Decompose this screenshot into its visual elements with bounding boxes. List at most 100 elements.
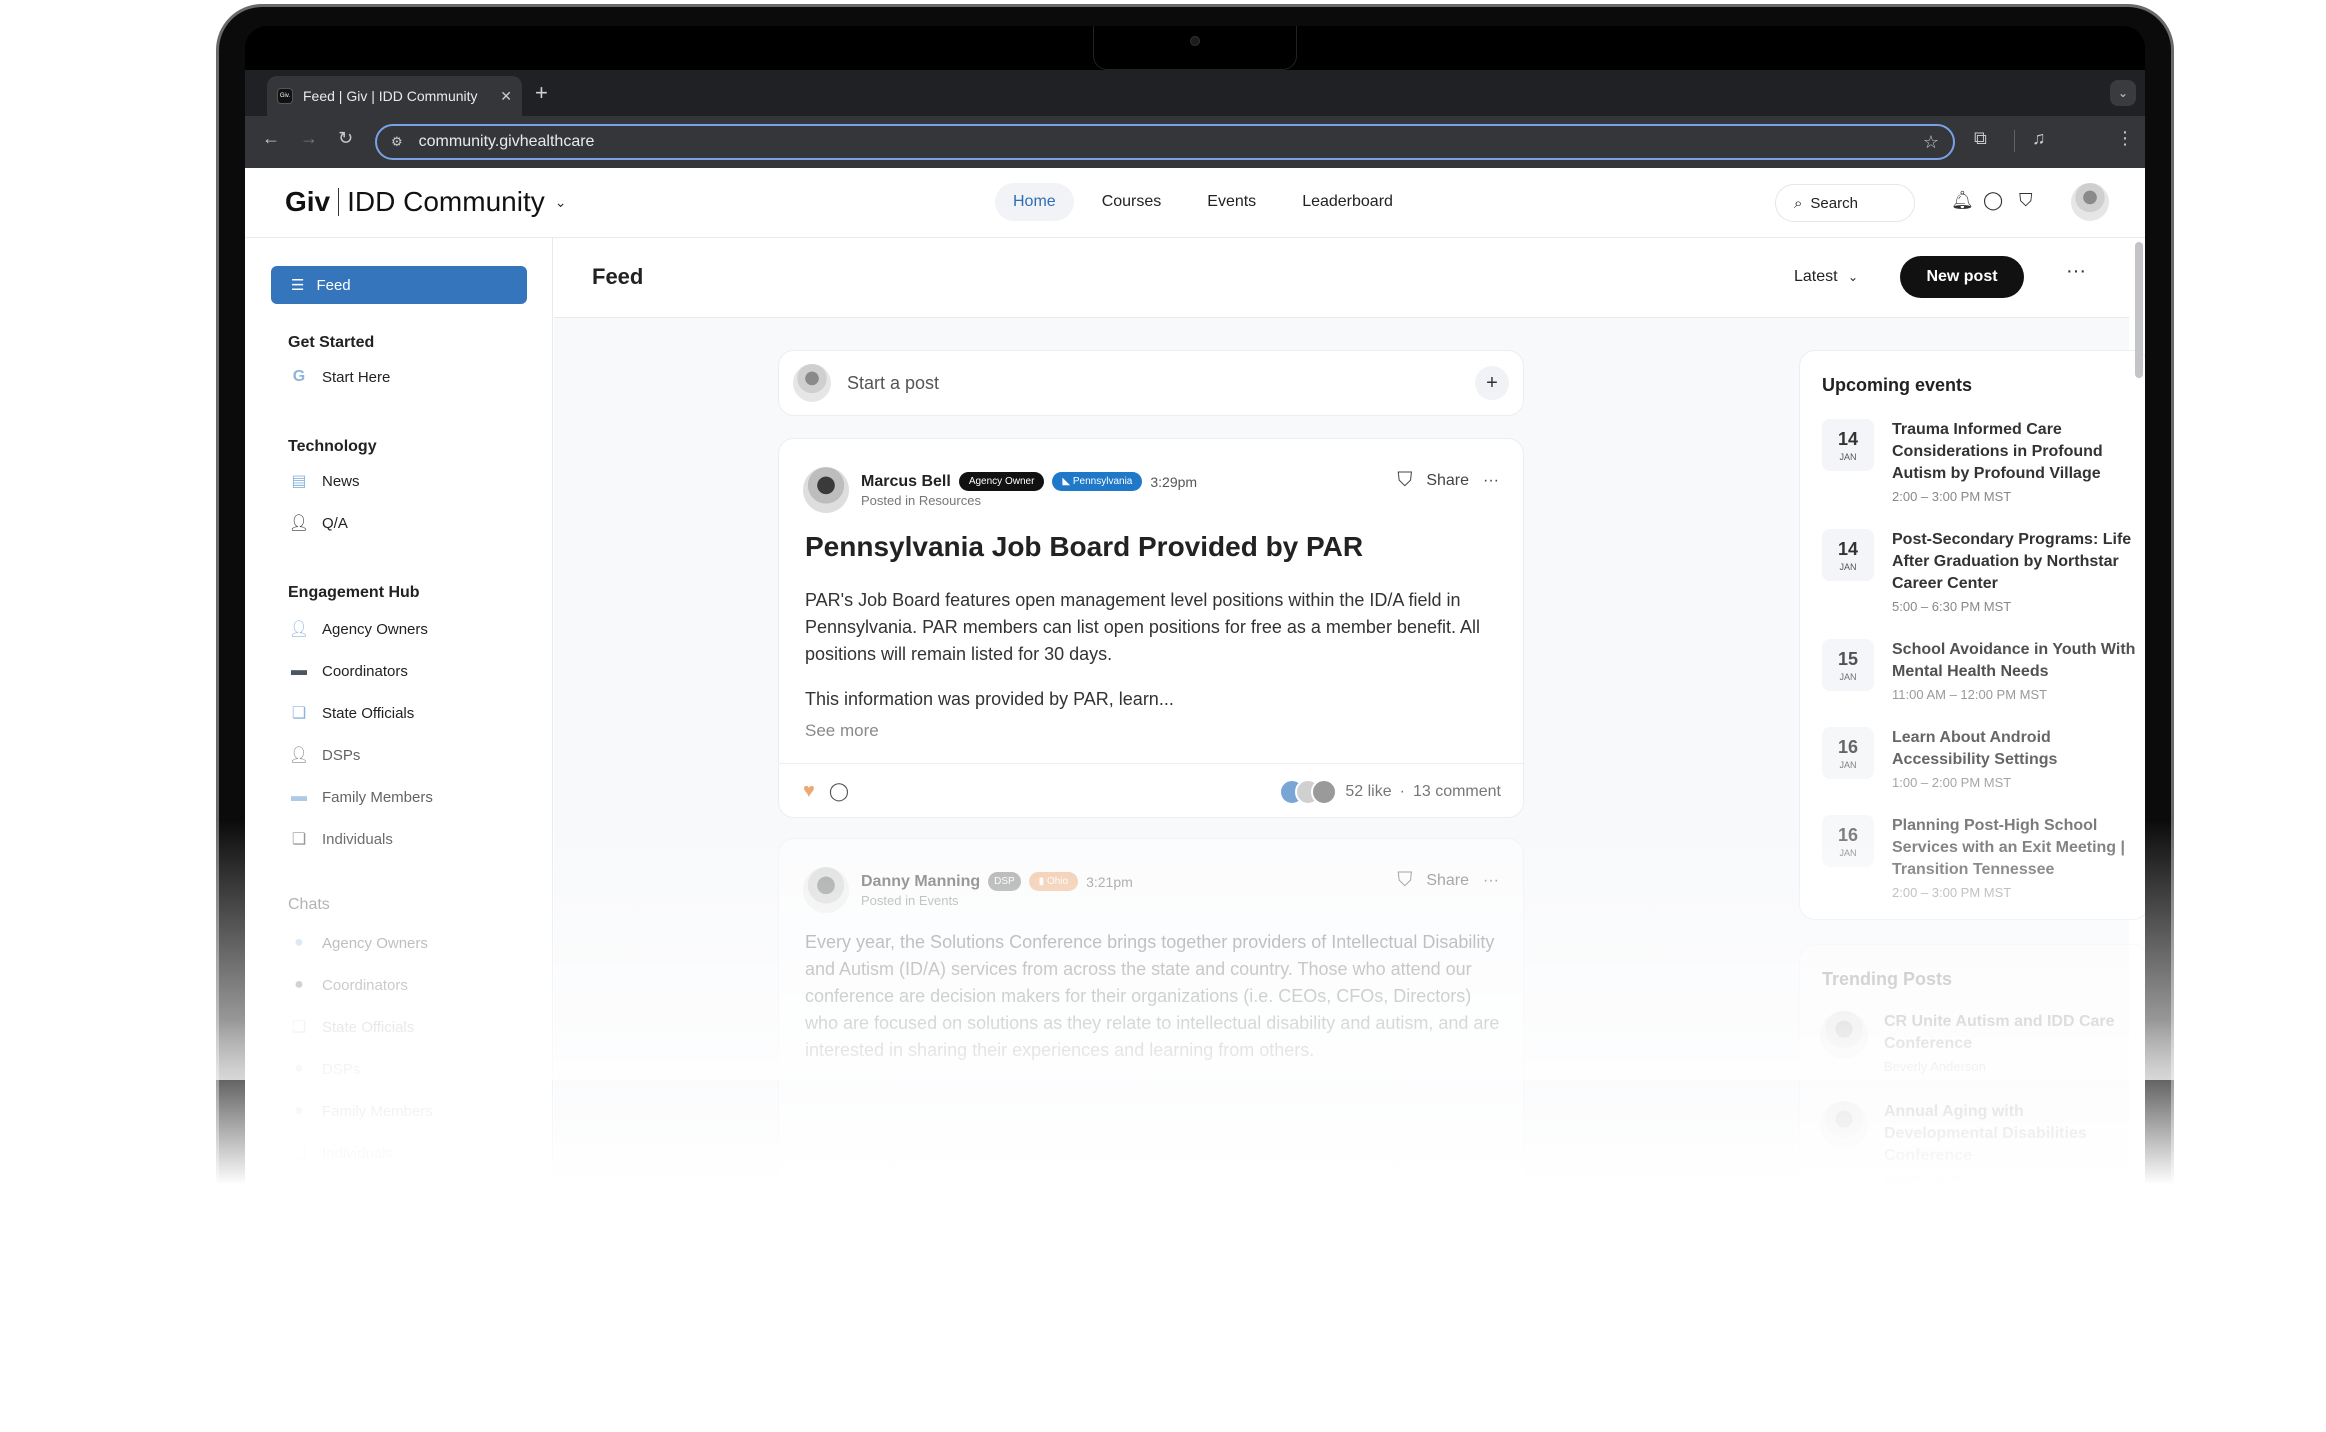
sidebar-item-state-officials[interactable]: ❏ State Officials bbox=[290, 704, 414, 723]
post-time: 3:29pm bbox=[1150, 473, 1198, 490]
sidebar-item-label: Feed bbox=[316, 276, 351, 294]
sidebar-item-agency-owners[interactable]: 👤︎ Agency Owners bbox=[289, 620, 428, 639]
notifications-bell-icon[interactable]: 🔔︎ bbox=[1951, 190, 1974, 211]
nav-home[interactable]: Home bbox=[995, 183, 1074, 221]
event-date: 14 JAN bbox=[1822, 529, 1874, 581]
post-title[interactable]: Pennsylvania Job Board Provided by PAR bbox=[805, 531, 1363, 563]
back-arrow-icon[interactable]: ← bbox=[262, 128, 280, 149]
see-more-link[interactable]: See more bbox=[805, 721, 879, 741]
chat-bubble-icon: ● bbox=[294, 976, 304, 993]
section-title-engagement-hub: Engagement Hub bbox=[288, 584, 420, 601]
section-title-chats: Chats bbox=[288, 896, 330, 913]
event-item[interactable]: 14 JAN Trauma Informed Care Consideration… bbox=[1822, 419, 2142, 504]
event-item[interactable]: 14 JAN Post-Secondary Programs: Life Afte… bbox=[1822, 529, 2142, 614]
user-avatar bbox=[793, 364, 831, 402]
liker-avatar bbox=[1311, 778, 1338, 805]
event-day: 16 bbox=[1837, 824, 1859, 845]
bookmark-star-icon[interactable]: ☆ bbox=[1923, 132, 1939, 153]
sidebar-item-news[interactable]: ▤ News bbox=[290, 472, 359, 491]
share-button[interactable]: Share bbox=[1426, 872, 1469, 890]
event-time: 2:00 – 3:00 PM MST bbox=[1892, 489, 2012, 504]
chat-bubble-icon: ● bbox=[294, 934, 304, 951]
add-post-plus-icon[interactable]: + bbox=[1475, 366, 1509, 400]
post-composer[interactable]: Start a post + bbox=[778, 350, 1524, 416]
event-month: JAN bbox=[1839, 759, 1857, 770]
post-card: Marcus Bell Agency Owner ◣ Pennsylvania … bbox=[778, 438, 1525, 818]
sort-label: Latest bbox=[1794, 268, 1838, 285]
section-title-get-started: Get Started bbox=[288, 334, 375, 351]
posted-in[interactable]: Posted in Events bbox=[861, 893, 1133, 908]
camera-icon bbox=[1190, 36, 1200, 46]
event-time: 2:00 – 3:00 PM MST bbox=[1892, 885, 2012, 900]
browser-tab-strip bbox=[245, 70, 2145, 116]
messages-chat-icon[interactable]: ◯ bbox=[1983, 190, 2003, 211]
sidebar-item-individuals[interactable]: ❏ Individuals bbox=[290, 830, 393, 849]
post-more-icon[interactable]: ··· bbox=[1483, 872, 1499, 890]
media-control-icon[interactable]: ♫ bbox=[2032, 128, 2046, 149]
author-name[interactable]: Danny Manning bbox=[861, 873, 980, 891]
event-item[interactable]: 16 JAN Learn About Android Accessibility … bbox=[1822, 727, 2142, 790]
share-button[interactable]: Share bbox=[1426, 472, 1469, 490]
event-item[interactable]: 16 JAN Planning Post-High School Services… bbox=[1822, 815, 2142, 900]
sidebar-item-qa[interactable]: 👤︎ Q/A bbox=[289, 514, 348, 533]
page-scrollbar[interactable] bbox=[2135, 242, 2143, 378]
event-title: Learn About Android Accessibility Settin… bbox=[1892, 729, 2058, 768]
author-name[interactable]: Marcus Bell bbox=[861, 473, 951, 491]
posted-in[interactable]: Posted in Resources bbox=[861, 493, 1197, 508]
search-button[interactable]: ⌕ Search bbox=[1775, 184, 1915, 222]
event-date: 15 JAN bbox=[1822, 639, 1874, 691]
sidebar-item-feed[interactable]: ☰ Feed bbox=[271, 266, 527, 304]
search-label: Search bbox=[1810, 194, 1858, 212]
user-avatar[interactable] bbox=[2071, 183, 2109, 221]
post-paragraph: This information was provided by PAR, le… bbox=[805, 689, 1174, 709]
close-tab-icon[interactable]: ✕ bbox=[500, 88, 512, 105]
nav-events[interactable]: Events bbox=[1189, 183, 1274, 221]
liker-avatars bbox=[1279, 778, 1338, 805]
chat-item-agency-owners[interactable]: ● Agency Owners bbox=[290, 934, 428, 952]
comment-icon[interactable]: ◯ bbox=[829, 781, 849, 802]
reload-icon[interactable]: ↻ bbox=[338, 128, 353, 149]
bookmark-icon[interactable]: ⛉ bbox=[1397, 469, 1412, 492]
event-date: 16 JAN bbox=[1822, 727, 1874, 779]
site-settings-icon[interactable]: ⚙ bbox=[391, 134, 403, 150]
chat-bubbles-icon: ❏ bbox=[291, 831, 307, 848]
author-avatar[interactable] bbox=[803, 867, 849, 913]
address-bar[interactable]: ⚙ community.givhealthcare ☆ bbox=[375, 124, 1955, 160]
post-time: 3:21pm bbox=[1086, 873, 1133, 890]
nav-leaderboard[interactable]: Leaderboard bbox=[1284, 183, 1411, 221]
bookmarks-icon[interactable]: ⛉ bbox=[2019, 190, 2033, 211]
camera-notch bbox=[1093, 26, 1297, 70]
bookmark-icon[interactable]: ⛉ bbox=[1397, 869, 1412, 892]
composer-placeholder[interactable]: Start a post bbox=[847, 373, 1475, 394]
sidebar-item-label: Agency Owners bbox=[322, 934, 428, 952]
sidebar-item-dsps[interactable]: 👤︎ DSPs bbox=[289, 746, 361, 765]
author-avatar[interactable] bbox=[803, 467, 849, 513]
comment-count[interactable]: 13 comment bbox=[1413, 783, 1501, 801]
tab-search-chevron-icon[interactable]: ⌄ bbox=[2110, 80, 2136, 106]
more-options-icon[interactable]: ··· bbox=[2066, 260, 2086, 283]
new-tab-button[interactable]: + bbox=[535, 80, 548, 106]
chevron-down-icon: ⌄ bbox=[1848, 270, 1859, 284]
sort-dropdown[interactable]: Latest ⌄ bbox=[1794, 268, 1858, 286]
event-item[interactable]: 15 JAN School Avoidance in Youth With Men… bbox=[1822, 639, 2142, 702]
main-nav: Home Courses Events Leaderboard bbox=[995, 183, 1411, 221]
sidebar-item-coordinators[interactable]: ▬ Coordinators bbox=[290, 662, 408, 680]
like-count[interactable]: 52 like bbox=[1345, 783, 1391, 801]
event-title: Post-Secondary Programs: Life After Grad… bbox=[1892, 531, 2132, 592]
post-more-icon[interactable]: ··· bbox=[1483, 472, 1499, 490]
sidebar-item-start-here[interactable]: G Start Here bbox=[290, 368, 391, 386]
brand-switcher[interactable]: Giv IDD Community ⌄ bbox=[285, 186, 566, 218]
sidebar-item-label: Coordinators bbox=[322, 662, 408, 680]
sidebar-item-family-members[interactable]: ▬ Family Members bbox=[290, 788, 433, 806]
like-heart-icon[interactable]: ♥ bbox=[803, 780, 815, 803]
extensions-puzzle-icon[interactable]: ⧉ bbox=[1974, 128, 1987, 149]
nav-courses[interactable]: Courses bbox=[1084, 183, 1180, 221]
brand-divider bbox=[338, 188, 340, 216]
browser-menu-kebab-icon[interactable]: ⋮ bbox=[2116, 128, 2134, 149]
browser-tab[interactable]: Giv. Feed | Giv | IDD Community ✕ bbox=[267, 76, 522, 116]
event-day: 14 bbox=[1837, 538, 1859, 559]
sidebar-item-label: Individuals bbox=[322, 830, 393, 848]
new-post-button[interactable]: New post bbox=[1900, 256, 2024, 298]
forward-arrow-icon[interactable]: → bbox=[300, 128, 318, 149]
chat-item-coordinators[interactable]: ● Coordinators bbox=[290, 976, 408, 994]
